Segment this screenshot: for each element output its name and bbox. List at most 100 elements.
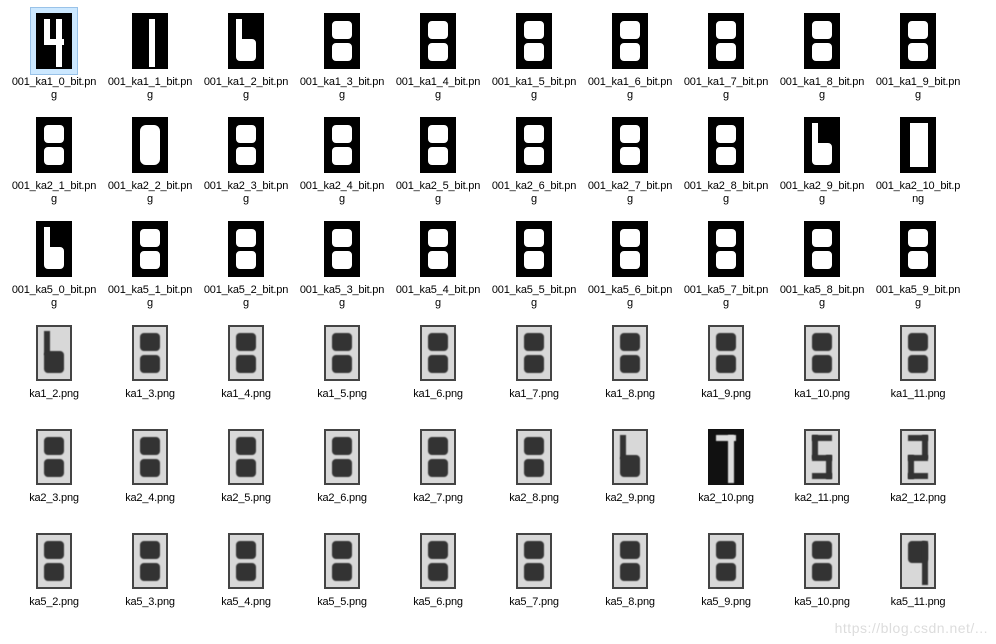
thumbnail-grid: 001_ka1_0_bit.png001_ka1_1_bit.png001_ka… — [0, 0, 996, 632]
file-item[interactable]: 001_ka2_5_bit.png — [390, 108, 486, 212]
thumbnail — [415, 216, 461, 282]
thumbnail — [415, 112, 461, 178]
file-item[interactable]: ka1_5.png — [294, 316, 390, 420]
file-label: 001_ka1_4_bit.png — [393, 76, 483, 102]
file-item[interactable]: ka1_10.png — [774, 316, 870, 420]
thumbnail — [703, 216, 749, 282]
file-item[interactable]: 001_ka1_5_bit.png — [486, 4, 582, 108]
file-label: 001_ka1_3_bit.png — [297, 76, 387, 102]
file-item[interactable]: 001_ka5_4_bit.png — [390, 212, 486, 316]
file-item[interactable]: 001_ka2_4_bit.png — [294, 108, 390, 212]
file-label: 001_ka5_2_bit.png — [201, 284, 291, 310]
file-item[interactable]: 001_ka1_4_bit.png — [390, 4, 486, 108]
file-item[interactable]: 001_ka5_7_bit.png — [678, 212, 774, 316]
file-label: 001_ka5_9_bit.png — [873, 284, 963, 310]
thumbnail — [319, 424, 365, 490]
thumbnail — [127, 8, 173, 74]
thumbnail — [703, 424, 749, 490]
file-item[interactable]: 001_ka1_2_bit.png — [198, 4, 294, 108]
file-item[interactable]: ka2_7.png — [390, 420, 486, 524]
file-item[interactable]: ka5_7.png — [486, 524, 582, 628]
file-label: 001_ka5_7_bit.png — [681, 284, 771, 310]
file-item[interactable]: ka5_6.png — [390, 524, 486, 628]
file-item[interactable]: 001_ka5_6_bit.png — [582, 212, 678, 316]
file-item[interactable]: 001_ka5_8_bit.png — [774, 212, 870, 316]
file-item[interactable]: ka2_5.png — [198, 420, 294, 524]
file-item[interactable]: 001_ka2_6_bit.png — [486, 108, 582, 212]
thumbnail — [703, 8, 749, 74]
file-item[interactable]: 001_ka1_7_bit.png — [678, 4, 774, 108]
thumbnail — [415, 320, 461, 386]
file-item[interactable]: 001_ka2_10_bit.png — [870, 108, 966, 212]
thumbnail — [415, 528, 461, 594]
thumbnail — [607, 424, 653, 490]
file-item[interactable]: 001_ka2_8_bit.png — [678, 108, 774, 212]
thumbnail — [703, 528, 749, 594]
thumbnail — [127, 424, 173, 490]
file-item[interactable]: ka5_5.png — [294, 524, 390, 628]
file-item[interactable]: 001_ka2_9_bit.png — [774, 108, 870, 212]
file-item[interactable]: ka1_7.png — [486, 316, 582, 420]
thumbnail — [127, 112, 173, 178]
file-item[interactable]: ka1_2.png — [6, 316, 102, 420]
file-label: ka2_4.png — [105, 492, 195, 505]
file-item[interactable]: ka1_6.png — [390, 316, 486, 420]
file-item[interactable]: 001_ka1_3_bit.png — [294, 4, 390, 108]
file-item[interactable]: 001_ka5_5_bit.png — [486, 212, 582, 316]
file-label: 001_ka2_3_bit.png — [201, 180, 291, 206]
thumbnail — [799, 8, 845, 74]
file-label: ka5_3.png — [105, 596, 195, 609]
thumbnail — [31, 112, 77, 178]
file-item[interactable]: ka1_11.png — [870, 316, 966, 420]
file-label: ka2_10.png — [681, 492, 771, 505]
thumbnail — [127, 216, 173, 282]
file-item[interactable]: ka5_10.png — [774, 524, 870, 628]
file-item[interactable]: 001_ka2_1_bit.png — [6, 108, 102, 212]
file-item[interactable]: ka1_3.png — [102, 316, 198, 420]
file-item[interactable]: 001_ka2_7_bit.png — [582, 108, 678, 212]
thumbnail — [223, 8, 269, 74]
file-item[interactable]: 001_ka2_3_bit.png — [198, 108, 294, 212]
file-item[interactable]: 001_ka1_8_bit.png — [774, 4, 870, 108]
file-item[interactable]: ka2_9.png — [582, 420, 678, 524]
thumbnail — [223, 528, 269, 594]
thumbnail — [31, 216, 77, 282]
file-item[interactable]: ka2_4.png — [102, 420, 198, 524]
file-item[interactable]: ka5_2.png — [6, 524, 102, 628]
file-item[interactable]: ka5_8.png — [582, 524, 678, 628]
thumbnail — [127, 320, 173, 386]
file-item[interactable]: ka2_3.png — [6, 420, 102, 524]
thumbnail — [511, 424, 557, 490]
file-item[interactable]: 001_ka1_0_bit.png — [6, 4, 102, 108]
file-item[interactable]: 001_ka5_3_bit.png — [294, 212, 390, 316]
file-item[interactable]: ka2_12.png — [870, 420, 966, 524]
file-item[interactable]: ka5_3.png — [102, 524, 198, 628]
file-item[interactable]: 001_ka5_2_bit.png — [198, 212, 294, 316]
thumbnail — [895, 528, 941, 594]
file-item[interactable]: ka2_11.png — [774, 420, 870, 524]
file-item[interactable]: ka2_10.png — [678, 420, 774, 524]
file-label: 001_ka5_4_bit.png — [393, 284, 483, 310]
thumbnail — [31, 528, 77, 594]
file-item[interactable]: ka1_9.png — [678, 316, 774, 420]
file-item[interactable]: ka5_9.png — [678, 524, 774, 628]
file-item[interactable]: 001_ka5_9_bit.png — [870, 212, 966, 316]
file-item[interactable]: ka2_8.png — [486, 420, 582, 524]
file-item[interactable]: ka2_6.png — [294, 420, 390, 524]
file-item[interactable]: 001_ka1_6_bit.png — [582, 4, 678, 108]
thumbnail — [703, 112, 749, 178]
thumbnail — [319, 112, 365, 178]
file-item[interactable]: 001_ka1_9_bit.png — [870, 4, 966, 108]
file-label: ka5_10.png — [777, 596, 867, 609]
file-item[interactable]: ka5_11.png — [870, 524, 966, 628]
file-item[interactable]: 001_ka5_0_bit.png — [6, 212, 102, 316]
file-item[interactable]: ka1_4.png — [198, 316, 294, 420]
file-item[interactable]: 001_ka2_2_bit.png — [102, 108, 198, 212]
file-item[interactable]: 001_ka5_1_bit.png — [102, 212, 198, 316]
file-item[interactable]: ka1_8.png — [582, 316, 678, 420]
thumbnail — [127, 528, 173, 594]
file-item[interactable]: 001_ka1_1_bit.png — [102, 4, 198, 108]
file-item[interactable]: ka5_4.png — [198, 524, 294, 628]
file-label: 001_ka1_9_bit.png — [873, 76, 963, 102]
thumbnail — [799, 216, 845, 282]
